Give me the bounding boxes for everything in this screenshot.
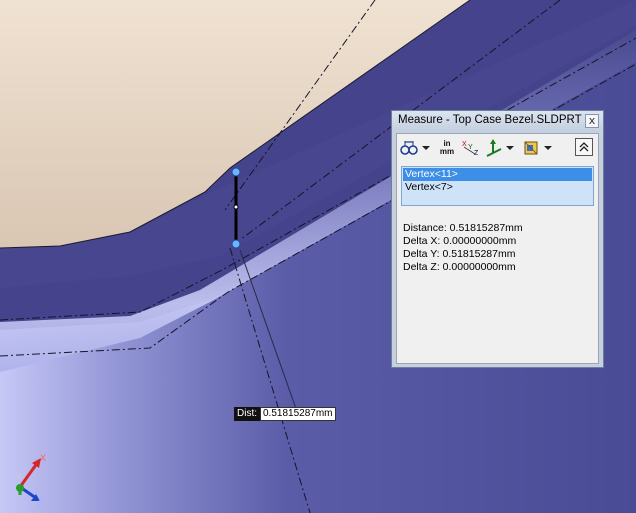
history-dropdown-icon[interactable]	[544, 146, 552, 150]
triad-z-label: Z	[38, 499, 44, 509]
measure-title-bar[interactable]: Measure - Top Case Bezel.SLDPRT x	[392, 111, 603, 132]
collapse-up-icon	[579, 142, 589, 152]
units-button[interactable]: in mm	[437, 138, 457, 158]
measure-toolbar: in mm X Y Z	[397, 134, 598, 162]
midpoint-marker	[233, 204, 239, 210]
projection-dropdown-icon[interactable]	[506, 146, 514, 150]
distance-callout[interactable]: Dist: 0.51815287mm	[234, 407, 336, 421]
vertex-11-marker[interactable]	[231, 167, 241, 177]
result-delta-y: Delta Y: 0.51815287mm	[403, 248, 516, 260]
triad-x-label: X	[40, 453, 46, 463]
arc-circle-options-icon	[400, 141, 418, 155]
result-delta-x: Delta X: 0.00000000mm	[403, 235, 517, 247]
callout-value: 0.51815287mm	[260, 407, 336, 421]
units-icon: in mm	[440, 140, 454, 156]
history-button[interactable]	[522, 138, 540, 158]
result-delta-z: Delta Z: 0.00000000mm	[403, 261, 516, 273]
xyz-button[interactable]: X Y Z	[461, 138, 481, 158]
arc-options-dropdown-icon[interactable]	[422, 146, 430, 150]
measure-results: Distance: 0.51815287mm Delta X: 0.000000…	[403, 222, 523, 274]
measure-window[interactable]: Measure - Top Case Bezel.SLDPRT x in mm	[391, 110, 604, 368]
result-distance: Distance: 0.51815287mm	[403, 222, 523, 234]
units-bottom-label: mm	[439, 147, 455, 156]
selection-item[interactable]: Vertex<11>	[403, 168, 592, 181]
projection-button[interactable]	[485, 138, 503, 158]
projection-axis-icon	[486, 139, 502, 157]
triad-origin	[16, 484, 24, 492]
callout-key: Dist:	[234, 407, 260, 421]
close-icon: x	[588, 114, 596, 127]
measure-body: in mm X Y Z Vertex<11> Vertex<7> Distanc…	[396, 133, 599, 364]
measurement-history-icon	[524, 141, 538, 155]
collapse-button[interactable]	[575, 138, 593, 156]
measure-title: Measure - Top Case Bezel.SLDPRT	[398, 114, 582, 126]
selection-list[interactable]: Vertex<11> Vertex<7>	[401, 166, 594, 206]
xyz-dimensions-icon: X Y Z	[462, 141, 479, 157]
vertex-7-marker[interactable]	[231, 239, 241, 249]
arc-options-button[interactable]	[400, 138, 418, 158]
close-button[interactable]: x	[585, 114, 599, 128]
triad-y-label: Y	[16, 472, 22, 482]
selection-item[interactable]: Vertex<7>	[403, 181, 592, 194]
